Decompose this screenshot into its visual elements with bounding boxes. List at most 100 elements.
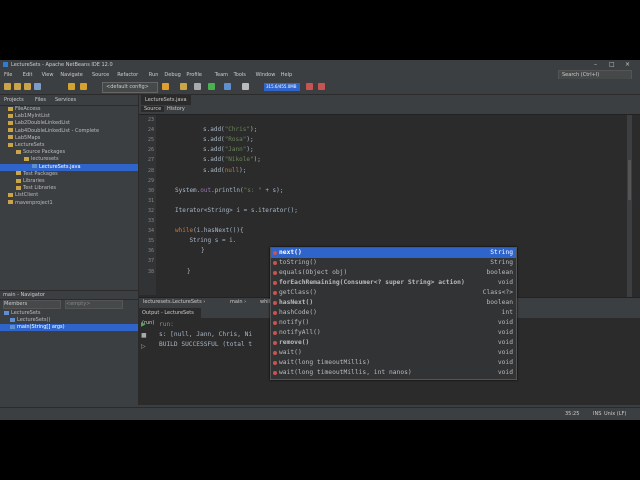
line-number: 34 [147, 228, 154, 235]
menu-edit[interactable]: Edit [23, 72, 33, 78]
tree-item-label: ListClient [15, 192, 39, 199]
completion-item[interactable]: forEachRemaining(Consumer<? super String… [271, 278, 516, 288]
line-number: 31 [147, 197, 154, 204]
tab-files[interactable]: Files [35, 97, 46, 103]
completion-item[interactable]: getClass() Class<?> [271, 288, 516, 298]
line-number: 25 [147, 137, 154, 144]
completion-item[interactable]: equals(Object obj) boolean [271, 268, 516, 278]
profiler-icon[interactable] [318, 83, 325, 90]
navigator-item-label: LectureSets() [17, 317, 51, 323]
navigator-members-select[interactable]: Members [3, 300, 61, 309]
tree-item[interactable]: lecturesets [0, 156, 138, 163]
memory-indicator[interactable]: 315.6/455.0MB [264, 83, 300, 91]
new-project-icon[interactable] [14, 83, 21, 90]
completion-item[interactable]: next() String [271, 248, 516, 258]
build-icon[interactable] [162, 83, 169, 90]
tree-item[interactable]: Lab2DoubleLinkedList [0, 120, 138, 127]
completion-item[interactable]: notify() void [271, 318, 516, 328]
tree-item-label: Lab4DoubleLinkedList - Complete [15, 127, 100, 134]
new-file-icon[interactable] [4, 83, 11, 90]
clean-icon[interactable] [194, 83, 201, 90]
completion-item[interactable]: wait(long timeoutMillis, int nanos) void [271, 368, 516, 378]
folder-icon [16, 171, 21, 176]
profile-icon[interactable] [242, 83, 249, 90]
history-tab[interactable]: History [167, 106, 185, 112]
minimize-icon[interactable]: – [594, 61, 597, 68]
output-tab[interactable]: Output - LectureSets (run) [139, 308, 201, 326]
tree-item[interactable]: ListClient [0, 192, 138, 199]
breadcrumb-item[interactable]: lecturesets.LectureSets › [143, 299, 205, 305]
source-tab[interactable]: Source [141, 106, 165, 112]
tree-item[interactable]: Test Libraries [0, 185, 138, 192]
method-icon [273, 281, 277, 285]
menu-view[interactable]: View [42, 72, 54, 78]
tree-item[interactable]: FileAccess [0, 106, 138, 113]
completion-item[interactable]: wait() void [271, 348, 516, 358]
menu-debug[interactable]: Debug [164, 72, 180, 78]
menu-window[interactable]: Window [256, 72, 276, 78]
code-line: s.add("Jann"); [203, 146, 254, 154]
breadcrumb-item[interactable]: main › [230, 299, 246, 305]
completion-item[interactable]: hashCode() int [271, 308, 516, 318]
completion-item[interactable]: remove() void [271, 338, 516, 348]
tree-item[interactable]: LectureSets [0, 142, 138, 149]
tree-item[interactable]: Lab4DoubleLinkedList - Complete [0, 128, 138, 135]
debug-icon[interactable] [224, 83, 231, 90]
code-line: while(i.hasNext()){ [175, 227, 244, 235]
open-project-icon[interactable] [24, 83, 31, 90]
folder-icon [8, 106, 13, 111]
tree-item[interactable]: Lab5Maps [0, 135, 138, 142]
tree-item-label: lecturesets [31, 156, 59, 163]
rerun-icon[interactable]: ▶ [141, 321, 146, 328]
menu-refactor[interactable]: Refactor [117, 72, 138, 78]
code-line: s.add("Rosa"); [203, 136, 254, 144]
save-all-icon[interactable] [34, 83, 41, 90]
menu-tools[interactable]: Tools [234, 72, 246, 78]
menu-source[interactable]: Source [92, 72, 109, 78]
tab-projects[interactable]: Projects [4, 97, 24, 103]
editor-scrollbar[interactable] [627, 115, 632, 300]
undo-icon[interactable] [68, 83, 75, 90]
code-line: Iterator<String> i = s.iterator(); [175, 206, 298, 214]
menu-run[interactable]: Run [149, 72, 159, 78]
code-line: s.add(null); [203, 166, 247, 174]
line-number: 23 [147, 117, 154, 123]
line-number: 30 [147, 187, 154, 194]
menu-help[interactable]: Help [281, 72, 292, 78]
redo-icon[interactable] [80, 83, 87, 90]
completion-item[interactable]: hasNext() boolean [271, 298, 516, 308]
tree-item[interactable]: Lab1MyIntList [0, 113, 138, 120]
completion-item[interactable]: toString() String [271, 258, 516, 268]
maximize-icon[interactable]: □ [609, 61, 615, 68]
method-icon [273, 351, 277, 355]
scroll-thumb[interactable] [628, 160, 631, 200]
tree-item[interactable]: Source Packages [0, 149, 138, 156]
editor-tab-lecturesets[interactable]: LectureSets.java [141, 95, 191, 105]
menu-profile[interactable]: Profile [186, 72, 202, 78]
completion-item[interactable]: notifyAll() void [271, 328, 516, 338]
navigator-empty-select[interactable]: <empty> [65, 300, 123, 309]
navigator-item[interactable]: LectureSets() [0, 317, 138, 324]
method-icon [273, 271, 277, 275]
rerun-with-params-icon[interactable]: ▷ [141, 343, 146, 350]
tree-item[interactable]: mavenproject1 [0, 200, 138, 207]
menu-file[interactable]: File [4, 72, 12, 78]
navigator-item[interactable]: LectureSets [0, 310, 138, 317]
close-icon[interactable]: × [625, 61, 630, 68]
line-number: 29 [147, 177, 154, 184]
menu-navigate[interactable]: Navigate [60, 72, 82, 78]
gc-icon[interactable] [306, 83, 313, 90]
tree-item[interactable]: LectureSets.java [0, 163, 138, 171]
navigator-item[interactable]: main(String[] args) [0, 324, 138, 331]
clean-build-icon[interactable] [180, 83, 187, 90]
stop-icon[interactable]: ■ [141, 332, 147, 339]
tab-services[interactable]: Services [55, 97, 76, 103]
tree-item[interactable]: Test Packages [0, 171, 138, 178]
window-title: LectureSets - Apache NetBeans IDE 12.0 [11, 62, 113, 68]
completion-item[interactable]: wait(long timeoutMillis) void [271, 358, 516, 368]
config-select[interactable]: <default config> [102, 82, 158, 93]
run-icon[interactable] [208, 83, 215, 90]
menu-team[interactable]: Team [215, 72, 228, 78]
tree-item[interactable]: Libraries [0, 178, 138, 185]
completion-type: int [501, 309, 513, 316]
